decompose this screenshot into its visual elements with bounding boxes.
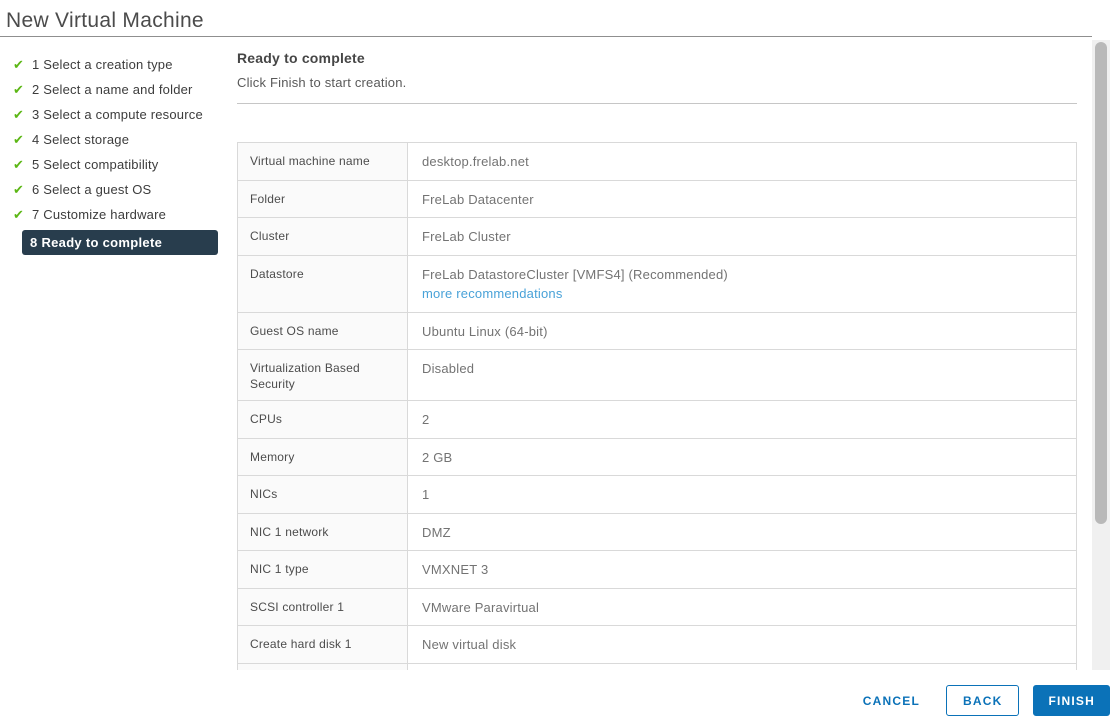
row-value-text: FreLab Cluster — [422, 229, 511, 244]
table-row: Guest OS name Ubuntu Linux (64-bit) — [238, 312, 1076, 350]
check-icon: ✔ — [13, 207, 25, 222]
row-value: FreLab Datacenter — [408, 181, 1076, 218]
step-item[interactable]: ✔ 6 Select a guest OS — [0, 177, 237, 202]
row-label: Guest OS name — [238, 312, 408, 349]
row-value-text: VMware Paravirtual — [422, 599, 540, 615]
cancel-button[interactable]: CANCEL — [851, 685, 932, 716]
row-value-text: desktop.frelab.net — [422, 154, 529, 169]
step-item[interactable]: ✔ 5 Select compatibility — [0, 152, 237, 177]
panel-heading: Ready to complete — [237, 50, 365, 66]
step-item-active[interactable]: 8 Ready to complete — [22, 230, 218, 255]
row-label: CPUs — [238, 401, 408, 438]
finish-button[interactable]: FINISH — [1033, 685, 1110, 716]
row-value-text: Disabled — [422, 361, 475, 376]
panel-divider — [237, 103, 1077, 104]
step-item[interactable]: ✔ 1 Select a creation type — [0, 52, 237, 77]
table-row: Virtualization Based Security Disabled — [238, 350, 1076, 402]
row-value: FreLab Cluster — [408, 218, 1076, 255]
more-recommendations-link[interactable]: more recommendations — [422, 286, 563, 301]
table-row: Create hard disk 1 New virtual disk — [238, 626, 1076, 664]
check-icon: ✔ — [13, 182, 25, 197]
step-item[interactable]: ✔ 3 Select a compute resource — [0, 102, 237, 127]
row-label: Create hard disk 1 — [238, 626, 408, 663]
panel-subheading: Click Finish to start creation. — [237, 75, 407, 90]
wizard-footer: CANCEL BACK FINISH — [851, 685, 1110, 716]
table-row: SCSI controller 1 VMware Paravirtual — [238, 588, 1076, 627]
check-icon: ✔ — [13, 57, 25, 72]
check-icon: ✔ — [13, 82, 25, 97]
row-value: VMware Paravirtual — [408, 589, 1076, 626]
row-value-text: 1 — [422, 487, 430, 503]
row-value: New virtual disk — [408, 626, 1076, 663]
ready-to-complete-panel: Ready to complete Click Finish to start … — [237, 50, 1077, 670]
step-label: 5 Select compatibility — [32, 157, 159, 172]
check-icon: ✔ — [13, 157, 25, 172]
table-row: NIC 1 type VMXNET 3 — [238, 551, 1076, 589]
row-label: NICs — [238, 476, 408, 513]
row-label: NIC 1 type — [238, 551, 408, 588]
back-button[interactable]: BACK — [945, 685, 1020, 716]
row-value: VMXNET 3 — [408, 551, 1076, 588]
step-item[interactable]: ✔ 7 Customize hardware — [0, 202, 237, 227]
row-label: Virtual machine name — [238, 143, 408, 180]
row-value: 2 GB — [408, 439, 1076, 476]
row-value: 1 — [408, 476, 1076, 513]
row-label: Folder — [238, 180, 408, 217]
step-label: 7 Customize hardware — [32, 207, 167, 222]
row-label: Capacity — [238, 663, 408, 670]
table-row: Memory 2 GB — [238, 438, 1076, 477]
row-label: Cluster — [238, 218, 408, 255]
table-row: NIC 1 network DMZ — [238, 513, 1076, 552]
row-value-text: 2 GB — [422, 449, 453, 465]
step-label: 3 Select a compute resource — [32, 107, 203, 122]
table-row: NICs 1 — [238, 476, 1076, 514]
row-value-text: New virtual disk — [422, 637, 517, 653]
row-value-text: FreLab DatastoreCluster [VMFS4] (Recomme… — [422, 266, 728, 282]
step-item[interactable]: ✔ 4 Select storage — [0, 127, 237, 152]
row-value-text: 2 — [422, 412, 430, 428]
scrollbar-thumb[interactable] — [1095, 42, 1107, 524]
row-value-text: DMZ — [422, 524, 451, 540]
row-value: FreLab DatastoreCluster [VMFS4] (Recomme… — [408, 256, 1076, 312]
step-item[interactable]: ✔ 2 Select a name and folder — [0, 77, 237, 102]
page-title: New Virtual Machine — [6, 9, 204, 32]
check-icon: ✔ — [13, 132, 25, 147]
row-value: desktop.frelab.net — [408, 143, 1076, 180]
table-row: Datastore FreLab DatastoreCluster [VMFS4]… — [238, 255, 1076, 313]
table-row: CPUs 2 — [238, 401, 1076, 439]
row-label: SCSI controller 1 — [238, 588, 408, 626]
row-label: NIC 1 network — [238, 513, 408, 551]
row-value: DMZ — [408, 514, 1076, 551]
row-label: Datastore — [238, 255, 408, 312]
row-value: Ubuntu Linux (64-bit) — [408, 313, 1076, 350]
scrollbar-track[interactable] — [1092, 40, 1110, 670]
step-label: 2 Select a name and folder — [32, 82, 193, 97]
check-icon: ✔ — [13, 107, 25, 122]
row-label: Virtualization Based Security — [238, 350, 408, 401]
step-label: 6 Select a guest OS — [32, 182, 152, 197]
table-row: Folder FreLab Datacenter — [238, 180, 1076, 218]
row-label: Memory — [238, 438, 408, 476]
table-row: Cluster FreLab Cluster — [238, 218, 1076, 256]
table-row: Virtual machine name desktop.frelab.net — [238, 143, 1076, 181]
step-label: 4 Select storage — [32, 132, 130, 147]
table-row: Capacity30 GB — [238, 663, 1076, 670]
row-value: 2 — [408, 401, 1076, 438]
wizard-steps: ✔ 1 Select a creation type ✔ 2 Select a nam… — [0, 52, 237, 255]
row-value: 30 GB — [408, 664, 1076, 670]
row-value: Disabled — [408, 350, 1076, 400]
summary-table: Virtual machine name desktop.frelab.net Fo… — [237, 142, 1077, 670]
row-value-text: FreLab Datacenter — [422, 191, 534, 207]
step-label: 1 Select a creation type — [32, 57, 173, 72]
title-divider — [0, 36, 1092, 37]
row-value-text: VMXNET 3 — [422, 562, 489, 578]
row-value-text: Ubuntu Linux (64-bit) — [422, 323, 548, 339]
